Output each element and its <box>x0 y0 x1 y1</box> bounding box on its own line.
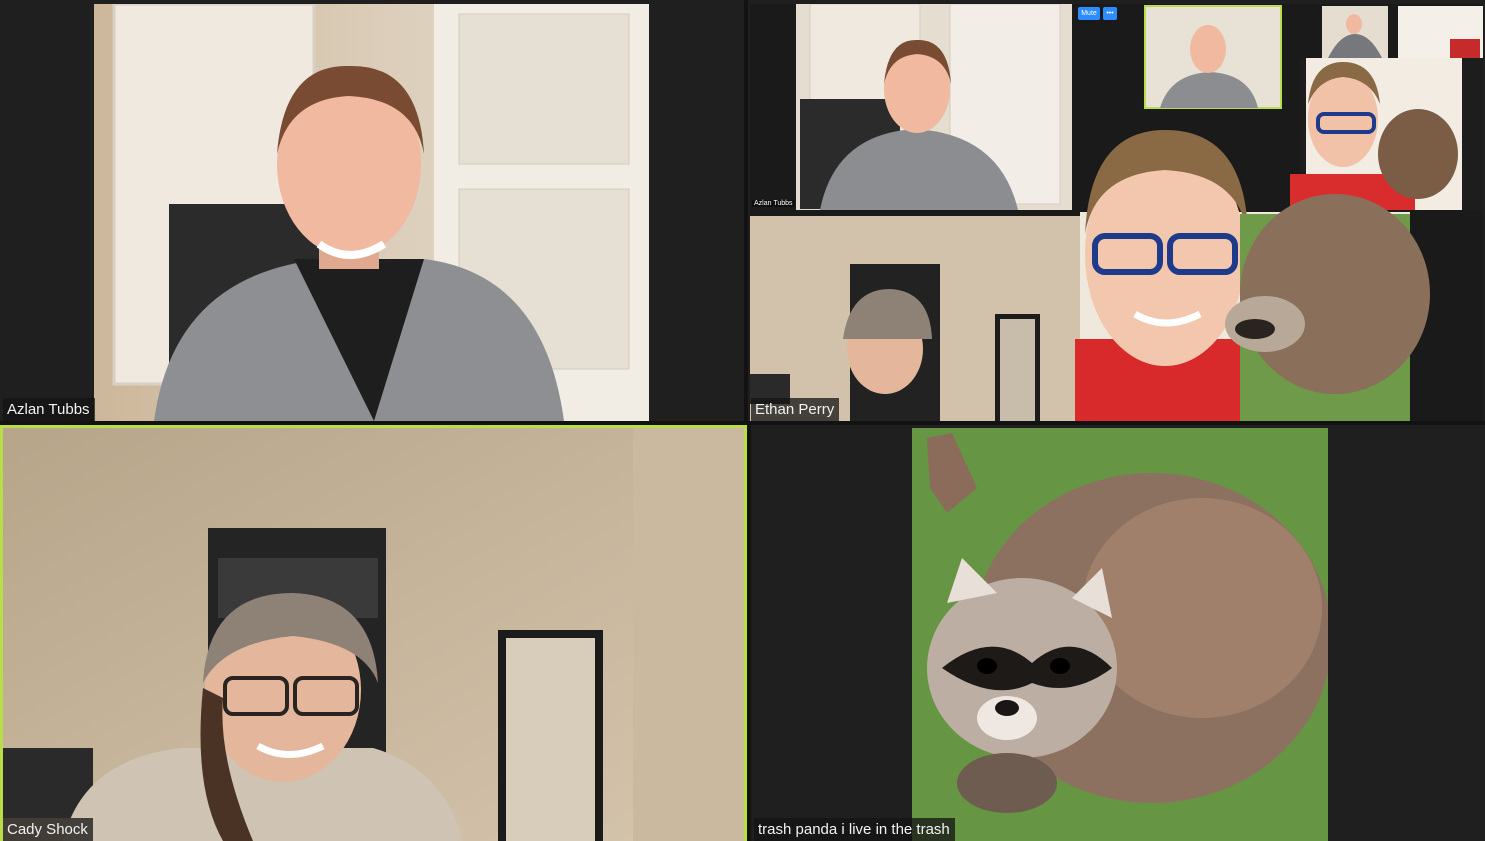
video-feed-cady <box>3 428 744 841</box>
participant-tile-trash-panda[interactable]: trash panda i live in the trash <box>751 425 1485 841</box>
mute-button[interactable]: Mute <box>1078 7 1100 20</box>
participant-name-label: Azlan Tubbs <box>3 398 95 421</box>
video-feed-ethan: Azlan Tubbs Mute ••• <box>750 4 1483 421</box>
participant-name-label: Cady Shock <box>3 818 93 841</box>
participant-tile-ethan[interactable]: Azlan Tubbs Mute ••• Ethan Perry <box>748 0 1485 421</box>
more-options-button[interactable]: ••• <box>1103 7 1117 20</box>
participant-name-label: Ethan Perry <box>751 398 840 421</box>
participant-tile-azlan[interactable]: Azlan Tubbs <box>0 0 744 421</box>
video-feed-azlan <box>94 4 649 421</box>
participant-tile-cady[interactable]: Cady Shock <box>0 425 747 841</box>
participant-name-label: trash panda i live in the trash <box>754 818 955 841</box>
nested-participant-name-label: Azlan Tubbs <box>752 200 795 207</box>
video-feed-raccoon <box>912 428 1328 841</box>
